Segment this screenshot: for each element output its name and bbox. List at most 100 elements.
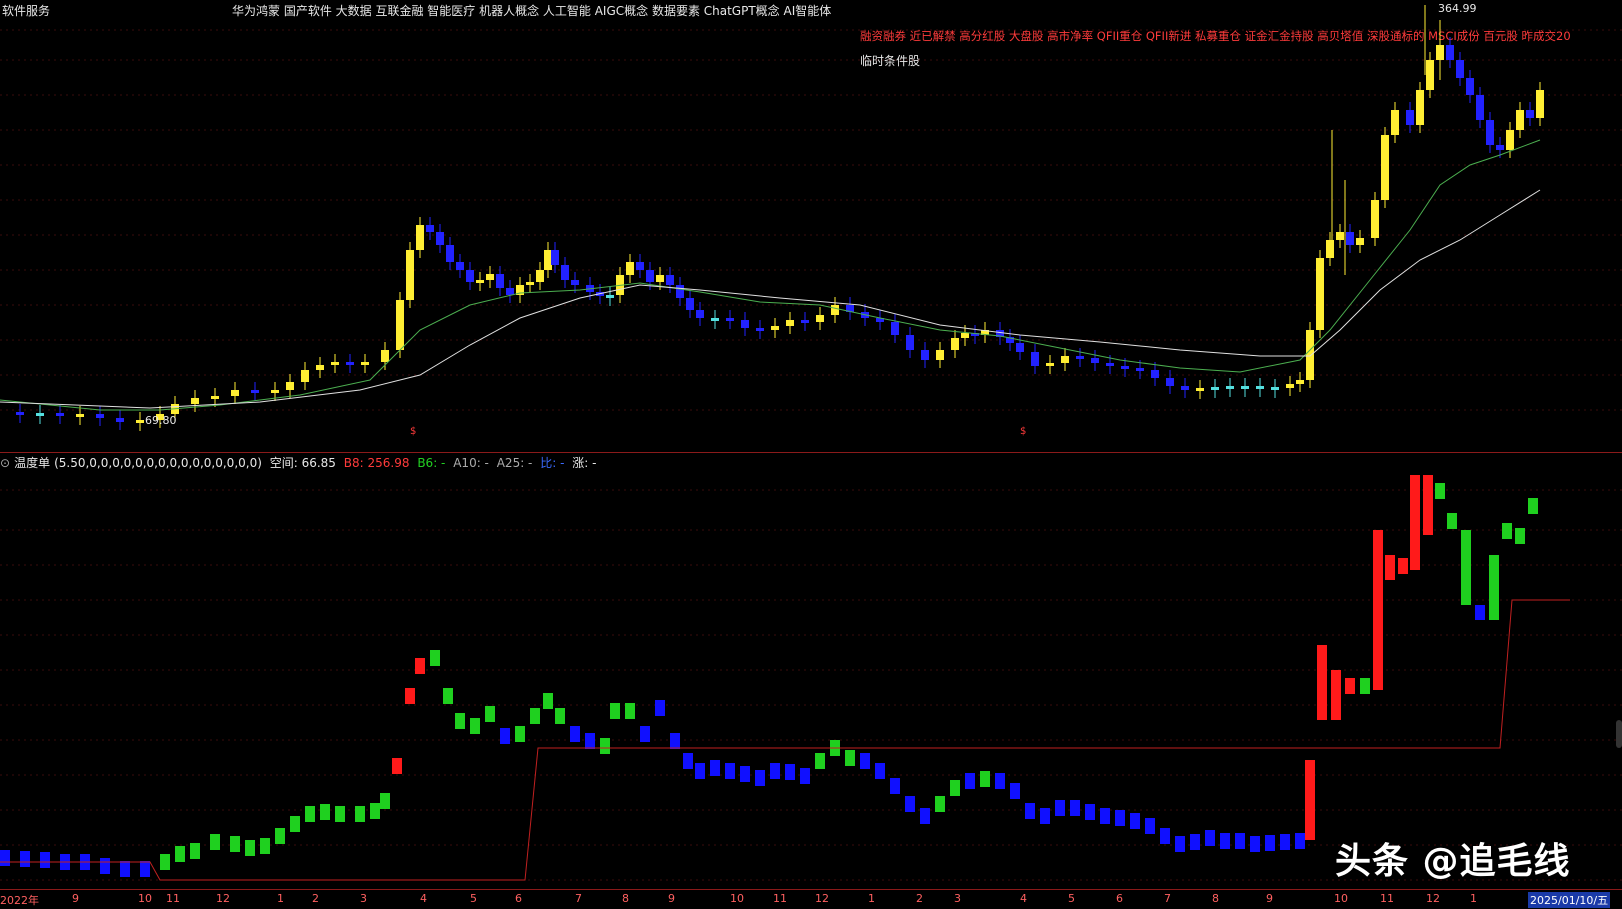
indicator-bar (1265, 835, 1275, 851)
candle-body (656, 275, 664, 282)
indicator-bar (210, 834, 220, 850)
indicator-bar (415, 658, 425, 674)
candle-body (1226, 386, 1234, 389)
candle-body (271, 390, 279, 393)
candle-body (286, 382, 294, 390)
indicator-bar (1305, 760, 1315, 840)
indicator-bar (1515, 528, 1525, 544)
indicator-bar (405, 688, 415, 704)
indicator-bar (980, 771, 990, 787)
indicator-bar (1317, 645, 1327, 720)
indicator-bar (1385, 555, 1395, 580)
candle-body (331, 362, 339, 365)
candle-body (1506, 130, 1514, 150)
indicator-bar (230, 836, 240, 852)
indicator-bi: 比: - (540, 456, 565, 470)
candle-body (36, 413, 44, 416)
time-axis-label: 3 (954, 892, 961, 905)
indicator-bar (815, 753, 825, 769)
scrollbar-handle[interactable] (1616, 720, 1622, 748)
indicator-bar (600, 738, 610, 754)
candle-body (1536, 90, 1544, 118)
candle-body (1371, 200, 1379, 238)
indicator-bar (290, 816, 300, 832)
indicator-bar (1280, 834, 1290, 850)
axis-divider (0, 889, 1622, 890)
candle-body (466, 270, 474, 282)
candle-body (1256, 386, 1264, 389)
indicator-bar (800, 768, 810, 784)
candle-body (381, 350, 389, 362)
candle-body (1406, 110, 1414, 125)
indicator-bar (950, 780, 960, 796)
kline-chart[interactable] (0, 0, 1622, 909)
candle-body (551, 250, 559, 265)
time-axis-label: 3 (360, 892, 367, 905)
candle-body (396, 300, 404, 350)
indicator-a10: A10: - (453, 456, 489, 470)
indicator-bar (1115, 810, 1125, 826)
indicator-bar (530, 708, 540, 724)
indicator-bar (380, 793, 390, 809)
indicator-bar (392, 758, 402, 774)
time-axis-label: 12 (815, 892, 829, 905)
time-axis-label: 11 (773, 892, 787, 905)
candle-body (1106, 363, 1114, 366)
indicator-bar (1175, 836, 1185, 852)
candle-body (801, 320, 809, 323)
candle-body (1016, 343, 1024, 352)
indicator-bar (1130, 813, 1140, 829)
indicator-bar (610, 703, 620, 719)
time-axis-label: 7 (1164, 892, 1171, 905)
time-axis-label: 2 (312, 892, 319, 905)
candle-body (1166, 378, 1174, 386)
time-axis-label: 12 (216, 892, 230, 905)
indicator-bar (740, 766, 750, 782)
time-axis-label: 11 (1380, 892, 1394, 905)
time-axis-label: 4 (1020, 892, 1027, 905)
candle-body (496, 274, 504, 288)
candle-body (1356, 238, 1364, 245)
candle-body (1241, 386, 1249, 389)
candle-body (1446, 45, 1454, 60)
indicator-bar (845, 750, 855, 766)
indicator-bar (1190, 834, 1200, 850)
candle-body (1286, 384, 1294, 388)
panel-divider[interactable] (0, 452, 1622, 453)
time-axis-label: 1 (868, 892, 875, 905)
indicator-bar (515, 726, 525, 742)
candle-body (741, 320, 749, 328)
candle-body (1316, 258, 1324, 330)
candle-body (416, 225, 424, 250)
candle-body (961, 333, 969, 338)
indicator-bar (1461, 530, 1471, 605)
candle-body (1456, 60, 1464, 78)
indicator-collapse-icon[interactable]: ⊙ (0, 456, 10, 470)
candle-body (1091, 358, 1099, 363)
candle-body (571, 280, 579, 285)
candle-body (1476, 95, 1484, 120)
candle-body (771, 326, 779, 330)
candle-body (316, 365, 324, 370)
indicator-bar (370, 803, 380, 819)
candle-body (526, 282, 534, 285)
candle-body (636, 262, 644, 270)
time-axis-current-date: 2025/01/10/五 (1528, 892, 1611, 908)
indicator-b8: B8: 256.98 (343, 456, 410, 470)
indicator-bar (430, 650, 440, 666)
indicator-params: (5.50,0,0,0,0,0,0,0,0,0,0,0,0,0,0,0) (54, 456, 262, 470)
indicator-bar (275, 828, 285, 844)
indicator-bar (335, 806, 345, 822)
time-axis-label: 9 (1266, 892, 1273, 905)
indicator-bar (1528, 498, 1538, 514)
candle-body (116, 418, 124, 422)
candle-body (1121, 366, 1129, 369)
indicator-name[interactable]: 温度单 (14, 456, 50, 470)
candle-body (211, 396, 219, 399)
indicator-title-bar: ⊙ 温度单 (5.50,0,0,0,0,0,0,0,0,0,0,0,0,0,0,0)… (0, 456, 600, 470)
candle-body (921, 350, 929, 360)
indicator-bar (1435, 483, 1445, 499)
indicator-bar (890, 778, 900, 794)
candle-body (96, 414, 104, 418)
indicator-bar (120, 861, 130, 877)
